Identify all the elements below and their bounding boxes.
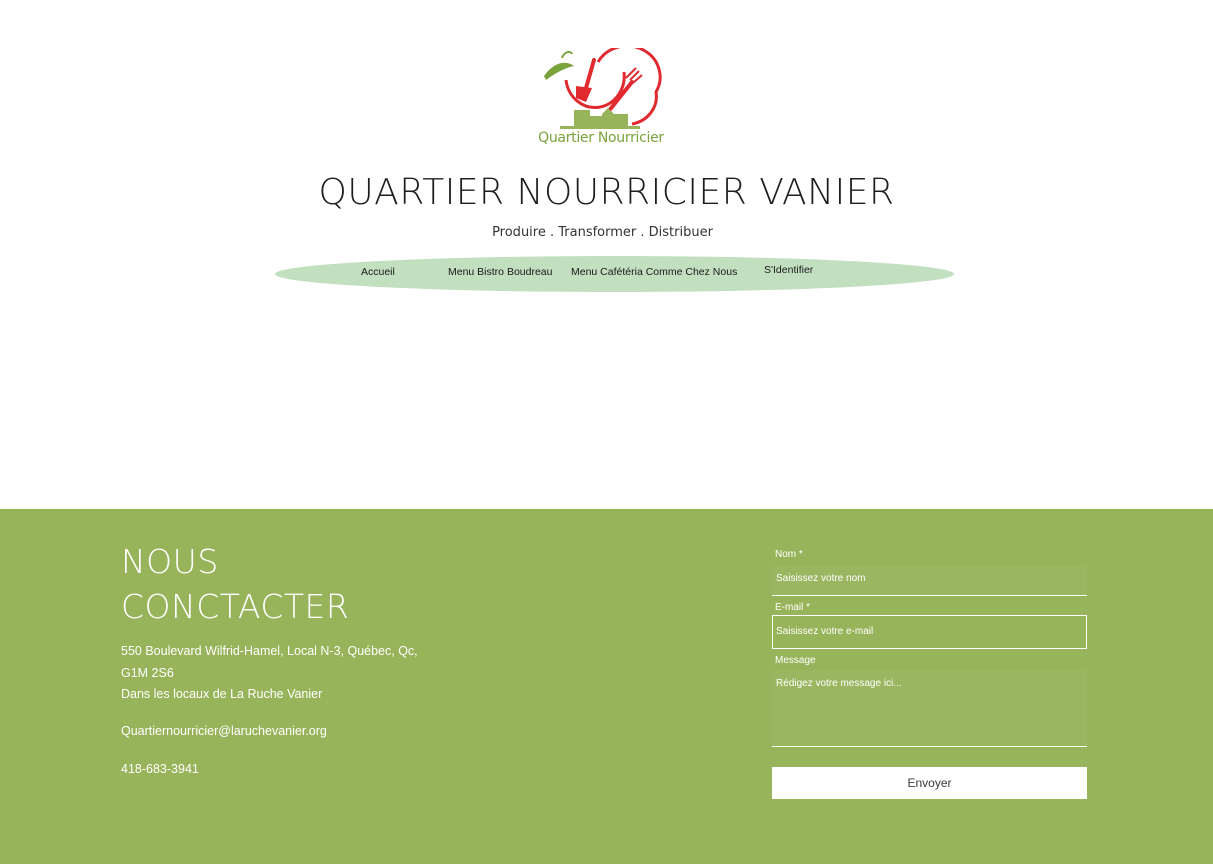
message-label: Message bbox=[775, 655, 816, 666]
name-label: Nom * bbox=[775, 549, 803, 560]
email-label: E-mail * bbox=[775, 602, 811, 613]
nav-item-menu-bistro-boudreau[interactable]: Menu Bistro Boudreau bbox=[448, 266, 552, 278]
contact-title: NOUS CONCTACTER bbox=[121, 539, 349, 629]
email-field[interactable]: Saisissez votre e-mail bbox=[772, 615, 1087, 649]
contact-email-link[interactable]: Quartiernourricier@laruchevanier.org bbox=[121, 721, 327, 743]
send-button[interactable]: Envoyer bbox=[772, 767, 1087, 799]
logo-text: Quartier Nourricier bbox=[538, 130, 664, 146]
contact-title-line2: CONCTACTER bbox=[121, 587, 350, 626]
address-line: G1M 2S6 bbox=[121, 665, 174, 680]
site-logo[interactable]: Quartier Nourricier bbox=[536, 44, 666, 150]
site-title: QUARTIER NOURRICIER VANIER bbox=[318, 172, 895, 213]
message-field[interactable]: Rédigez votre message ici... bbox=[772, 670, 1087, 747]
nav-item-accueil[interactable]: Accueil bbox=[361, 266, 395, 278]
contact-title-line1: NOUS bbox=[121, 542, 219, 581]
address-line: Dans les locaux de La Ruche Vanier bbox=[121, 687, 323, 701]
page: Quartier Nourricier QUARTIER NOURRICIER … bbox=[0, 0, 1213, 864]
contact-phone: 418-683-3941 bbox=[121, 762, 199, 776]
nav-item-sidentifier[interactable]: S'Identifier bbox=[764, 264, 813, 276]
site-tagline: Produire . Transformer . Distribuer bbox=[492, 225, 713, 240]
address: 550 Boulevard Wilfrid-Hamel, Local N-3, … bbox=[121, 641, 418, 706]
address-line: 550 Boulevard Wilfrid-Hamel, Local N-3, … bbox=[121, 644, 418, 658]
name-field[interactable]: Saisissez votre nom bbox=[772, 566, 1087, 596]
nav-item-menu-cafeteria[interactable]: Menu Cafétéria Comme Chez Nous bbox=[571, 266, 737, 278]
logo-graphic-icon bbox=[544, 44, 662, 129]
